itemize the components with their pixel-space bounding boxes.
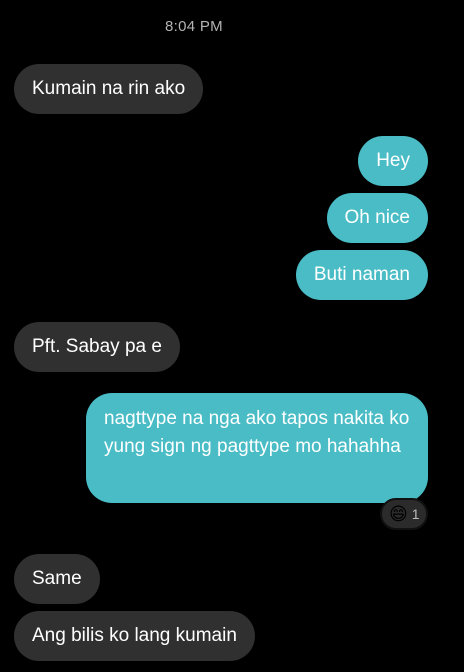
- chat-timestamp: 8:04 PM: [165, 18, 223, 35]
- message-received[interactable]: Kumain na rin ako: [14, 64, 204, 114]
- reaction-count: 1: [411, 506, 420, 522]
- message-received[interactable]: Same: [14, 554, 100, 604]
- grinning-face-icon: 😄: [389, 504, 408, 524]
- message-received[interactable]: Ang bilis ko lang kumain: [14, 611, 255, 661]
- message-sent[interactable]: Buti naman: [295, 250, 428, 300]
- message-sent[interactable]: Hey: [358, 136, 428, 186]
- message-received[interactable]: Pft. Sabay pa e: [14, 322, 180, 372]
- message-sent[interactable]: Oh nice: [326, 193, 428, 243]
- message-sent[interactable]: nagttype na nga ako tapos nakita ko yung…: [86, 393, 428, 503]
- message-reaction[interactable]: 😄 1: [380, 498, 428, 530]
